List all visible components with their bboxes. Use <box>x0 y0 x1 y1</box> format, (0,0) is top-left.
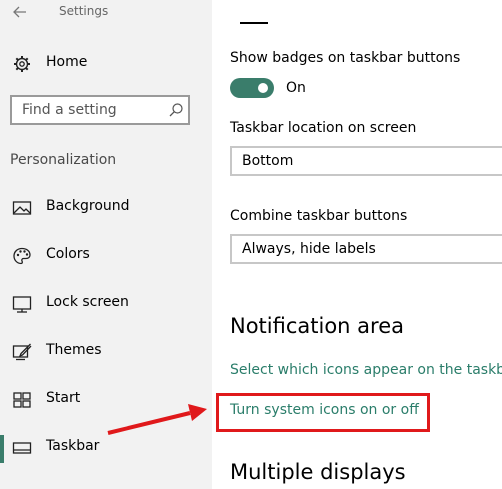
sidebar-item-start[interactable]: Start <box>0 380 212 420</box>
sidebar-item-home[interactable]: Home <box>0 44 212 84</box>
badges-toggle[interactable] <box>230 78 274 98</box>
picture-icon <box>12 198 32 218</box>
sidebar-item-label: Home <box>46 54 88 70</box>
sidebar-item-label: Start <box>46 390 81 406</box>
sidebar-item-colors[interactable]: Colors <box>0 236 212 276</box>
sidebar: Settings Home Find a setting Personaliza… <box>0 0 212 489</box>
sidebar-item-lock-screen[interactable]: Lock screen <box>0 284 212 324</box>
gear-icon <box>12 54 32 74</box>
sidebar-item-label: Lock screen <box>46 294 129 310</box>
notification-area-title: Notification area <box>230 314 404 338</box>
sidebar-item-label: Colors <box>46 246 90 262</box>
section-header: Personalization <box>10 152 117 168</box>
combine-dropdown[interactable]: Always, hide labels <box>230 234 502 264</box>
start-grid-icon <box>12 390 32 410</box>
settings-window: Settings Home Find a setting Personaliza… <box>0 0 502 489</box>
back-button[interactable] <box>8 2 32 22</box>
multiple-displays-title: Multiple displays <box>230 460 406 484</box>
app-title: Settings <box>59 4 109 18</box>
sidebar-item-taskbar[interactable]: Taskbar <box>0 428 212 468</box>
search-input[interactable] <box>12 97 172 123</box>
combine-label: Combine taskbar buttons <box>230 208 408 224</box>
location-dropdown[interactable]: Bottom <box>230 146 502 176</box>
back-arrow-icon <box>13 6 26 18</box>
badges-label: Show badges on taskbar buttons <box>230 50 461 66</box>
combine-value: Always, hide labels <box>242 241 376 257</box>
search-box[interactable] <box>10 95 190 125</box>
sidebar-item-background[interactable]: Background <box>0 188 212 228</box>
sidebar-item-label: Background <box>46 198 130 214</box>
lock-screen-icon <box>12 294 32 314</box>
location-label: Taskbar location on screen <box>230 120 417 136</box>
select-icons-link[interactable]: Select which icons appear on the taskbar <box>230 362 502 378</box>
scroll-hint <box>240 22 268 24</box>
sidebar-item-label: Themes <box>46 342 102 358</box>
annotation-highlight-box <box>216 393 430 432</box>
sidebar-item-themes[interactable]: Themes <box>0 332 212 372</box>
brush-icon <box>12 342 32 362</box>
search-icon[interactable] <box>168 102 184 118</box>
toggle-state-label: On <box>286 80 306 96</box>
selection-indicator <box>0 435 4 463</box>
title-bar: Settings <box>0 0 212 26</box>
palette-icon <box>12 246 32 266</box>
sidebar-item-label: Taskbar <box>46 438 100 454</box>
toggle-knob <box>258 83 268 93</box>
taskbar-icon <box>12 438 32 458</box>
location-value: Bottom <box>242 153 294 169</box>
